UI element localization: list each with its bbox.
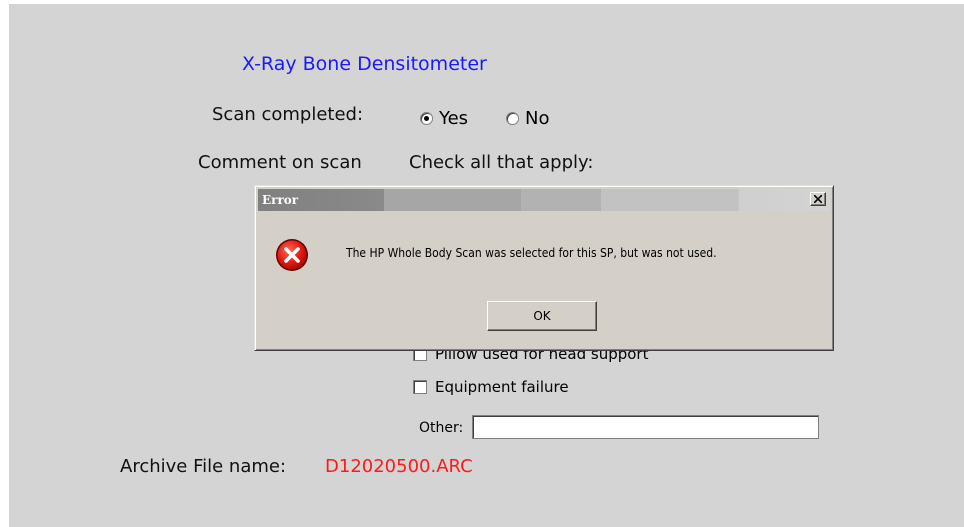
- close-icon: [814, 195, 822, 203]
- checkbox-equipment-failure-box[interactable]: [413, 380, 427, 394]
- checkbox-equipment-failure-label: Equipment failure: [435, 378, 569, 396]
- check-all-label: Check all that apply:: [409, 152, 594, 173]
- radio-yes-button[interactable]: [420, 112, 433, 125]
- scan-completed-label: Scan completed:: [212, 104, 364, 125]
- comment-label: Comment on scan: [198, 152, 362, 173]
- radio-yes-label: Yes: [439, 108, 469, 129]
- error-icon: [276, 239, 308, 271]
- checkbox-equipment-failure[interactable]: Equipment failure: [413, 378, 569, 396]
- error-message: The HP Whole Body Scan was selected for …: [346, 246, 717, 260]
- radio-no-label: No: [525, 108, 550, 129]
- radio-yes[interactable]: Yes: [420, 108, 468, 129]
- archive-file-value: D12020500.ARC: [325, 456, 473, 477]
- archive-file-label: Archive File name:: [120, 456, 287, 477]
- radio-no-button[interactable]: [506, 112, 519, 125]
- other-input[interactable]: [472, 415, 819, 439]
- close-button[interactable]: [810, 192, 826, 206]
- ok-button[interactable]: OK: [487, 301, 597, 331]
- dialog-title: Error: [262, 193, 299, 207]
- error-dialog: Error The HP Whole Body Scan was selecte…: [254, 185, 834, 351]
- radio-no[interactable]: No: [506, 108, 549, 129]
- dialog-title-bar[interactable]: Error: [258, 189, 830, 211]
- form-title: X-Ray Bone Densitometer: [242, 53, 487, 75]
- other-label: Other:: [419, 420, 464, 436]
